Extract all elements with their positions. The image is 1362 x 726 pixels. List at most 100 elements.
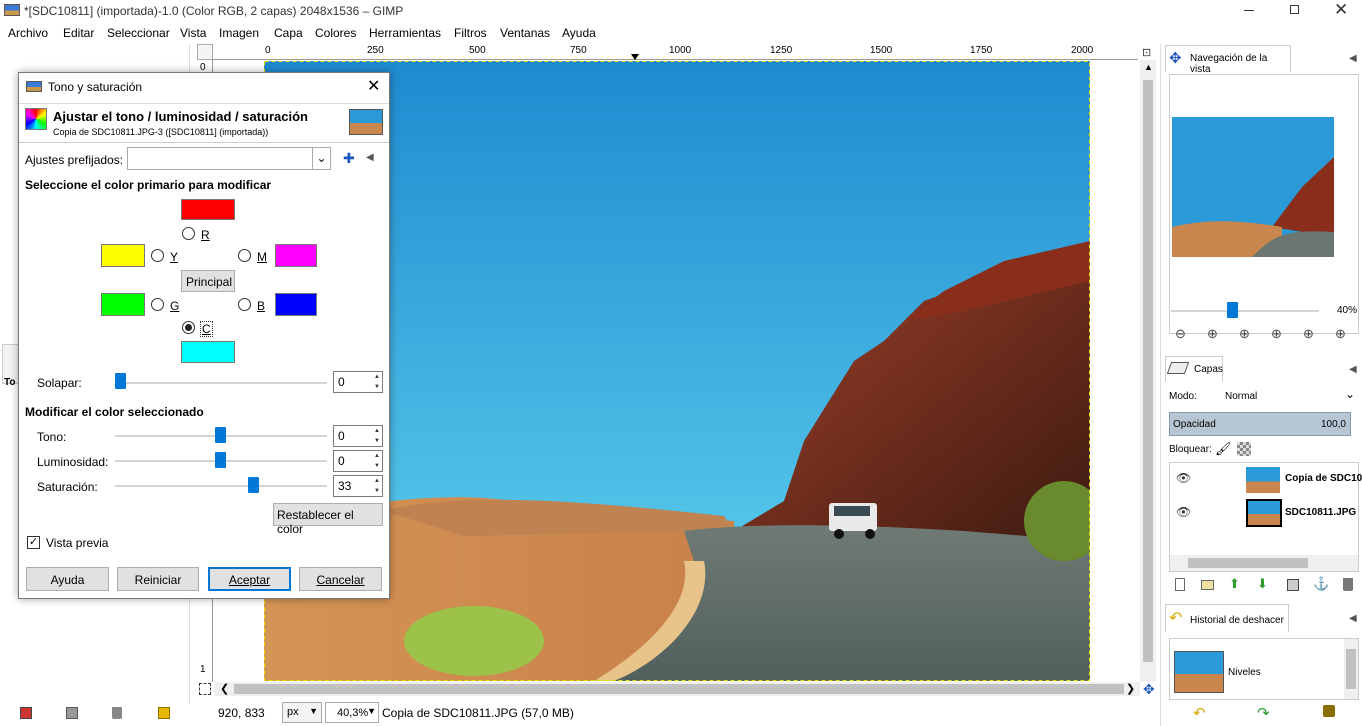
minimize-icon[interactable]: [1244, 10, 1254, 11]
opacity-field[interactable]: Opacidad 100,0: [1169, 412, 1351, 436]
layer-row[interactable]: 👁 Copia de SDC108: [1170, 463, 1362, 495]
scroll-right-arrow[interactable]: ❯: [1126, 682, 1135, 695]
canvas-vscroll-thumb[interactable]: [1143, 80, 1153, 662]
menu-editar[interactable]: Editar: [63, 26, 94, 40]
hue-spinbox[interactable]: 0 ▲ ▼: [333, 425, 383, 447]
history-scroll-thumb[interactable]: [1346, 649, 1356, 689]
save-tool-preset-icon[interactable]: [20, 707, 32, 719]
zoom-in-icon[interactable]: ⊕: [1207, 326, 1218, 342]
spin-up-icon[interactable]: ▲: [372, 426, 382, 436]
label-green[interactable]: G: [170, 299, 179, 313]
label-red[interactable]: R: [201, 228, 210, 242]
navigate-icon[interactable]: ✥: [1143, 681, 1155, 698]
radio-red[interactable]: [182, 227, 195, 240]
mode-select[interactable]: Normal ⌄: [1221, 387, 1359, 407]
history-scrollbar[interactable]: [1344, 639, 1358, 699]
swatch-magenta[interactable]: [275, 244, 317, 267]
principal-button[interactable]: Principal: [181, 270, 235, 292]
lock-alpha-icon[interactable]: [1237, 442, 1251, 456]
ok-button[interactable]: Aceptar: [208, 567, 291, 591]
menu-archivo[interactable]: Archivo: [8, 26, 48, 40]
zoom-to-window-icon[interactable]: ⊡: [1142, 46, 1151, 59]
radio-yellow[interactable]: [151, 249, 164, 262]
panel-menu-icon[interactable]: ◀: [1349, 364, 1357, 375]
menu-vista[interactable]: Vista: [180, 26, 206, 40]
presets-combo[interactable]: ⌄: [127, 147, 331, 170]
scroll-up-arrow[interactable]: ▲: [1144, 62, 1153, 72]
radio-magenta[interactable]: [238, 249, 251, 262]
close-window-icon[interactable]: ✕: [1334, 0, 1348, 20]
panel-menu-icon[interactable]: ◀: [1349, 53, 1357, 64]
reset-button[interactable]: Reiniciar: [117, 567, 199, 591]
lightness-spinbox[interactable]: 0 ▲ ▼: [333, 450, 383, 472]
menu-seleccionar[interactable]: Seleccionar: [107, 26, 170, 40]
anchor-layer-icon[interactable]: ⚓: [1313, 576, 1329, 592]
presets-menu-icon[interactable]: ◀: [366, 152, 374, 163]
eye-icon[interactable]: 👁: [1176, 505, 1191, 519]
clear-history-icon[interactable]: [1323, 705, 1335, 717]
add-preset-icon[interactable]: ✚: [343, 150, 355, 167]
layer-row[interactable]: 👁 SDC10811.JPG: [1170, 497, 1358, 529]
restore-icon[interactable]: [1290, 5, 1299, 14]
saturation-slider-track[interactable]: [115, 485, 327, 487]
label-yellow[interactable]: Y: [170, 250, 178, 264]
menu-colores[interactable]: Colores: [315, 26, 356, 40]
lock-pixels-icon[interactable]: 🖌: [1215, 441, 1232, 457]
label-magenta[interactable]: M: [257, 250, 267, 264]
history-item[interactable]: Niveles: [1170, 643, 1342, 697]
spin-up-icon[interactable]: ▲: [372, 476, 382, 486]
menu-herramientas[interactable]: Herramientas: [369, 26, 441, 40]
canvas-vertical-scrollbar[interactable]: ▲: [1140, 60, 1156, 682]
swatch-blue[interactable]: [275, 293, 317, 316]
radio-green[interactable]: [151, 298, 164, 311]
zoom-fit-icon[interactable]: ⊕: [1271, 326, 1282, 342]
radio-blue[interactable]: [238, 298, 251, 311]
dialog-close-icon[interactable]: ✕: [367, 76, 380, 96]
menu-ayuda[interactable]: Ayuda: [562, 26, 596, 40]
new-layer-group-icon[interactable]: [1201, 580, 1214, 590]
swatch-cyan[interactable]: [181, 341, 235, 363]
quick-mask-icon[interactable]: [199, 683, 211, 695]
unit-select[interactable]: px ▼: [282, 702, 322, 723]
preview-label[interactable]: Vista previa: [46, 536, 108, 550]
reset-tool-options-icon[interactable]: [158, 707, 170, 719]
nav-preview[interactable]: [1169, 74, 1359, 334]
layers-tab[interactable]: Capas: [1165, 356, 1223, 382]
label-blue[interactable]: B: [257, 299, 265, 313]
lower-layer-icon[interactable]: ⬇: [1257, 576, 1268, 592]
scroll-left-arrow[interactable]: ❮: [220, 682, 229, 695]
spin-down-icon[interactable]: ▼: [372, 382, 382, 392]
menu-capa[interactable]: Capa: [274, 26, 303, 40]
swatch-yellow[interactable]: [101, 244, 145, 267]
zoom-select[interactable]: 40,3% ▼: [325, 702, 379, 723]
restore-tool-preset-icon[interactable]: [66, 707, 78, 719]
lightness-slider-thumb[interactable]: [215, 452, 226, 468]
swatch-green[interactable]: [101, 293, 145, 316]
spin-up-icon[interactable]: ▲: [372, 451, 382, 461]
menu-imagen[interactable]: Imagen: [219, 26, 259, 40]
layers-hscrollbar[interactable]: [1170, 555, 1358, 571]
nav-tab[interactable]: ✥ Navegación de la vista: [1165, 45, 1291, 75]
saturation-spinbox[interactable]: 33 ▲ ▼: [333, 475, 383, 497]
spin-up-icon[interactable]: ▲: [372, 372, 382, 382]
layer-name[interactable]: SDC10811.JPG: [1285, 507, 1356, 518]
spin-down-icon[interactable]: ▼: [372, 486, 382, 496]
overlap-slider-track[interactable]: [117, 382, 327, 384]
help-button[interactable]: Ayuda: [26, 567, 109, 591]
nav-zoom-thumb[interactable]: [1227, 302, 1238, 318]
zoom-fill-icon[interactable]: ⊕: [1303, 326, 1314, 342]
ruler-corner[interactable]: [197, 44, 213, 60]
history-tab[interactable]: ↶ Historial de deshacer: [1165, 604, 1289, 632]
reset-color-button[interactable]: Restablecer el color: [273, 503, 383, 536]
preview-checkbox[interactable]: ✓: [27, 536, 40, 549]
layers-hscroll-thumb[interactable]: [1188, 558, 1308, 568]
saturation-slider-thumb[interactable]: [248, 477, 259, 493]
panel-menu-icon[interactable]: ◀: [1349, 613, 1357, 624]
new-layer-icon[interactable]: [1175, 578, 1185, 591]
delete-tool-preset-icon[interactable]: [112, 707, 122, 719]
nav-zoom-track[interactable]: [1171, 310, 1319, 312]
swatch-red[interactable]: [181, 199, 235, 220]
zoom-1to1-icon[interactable]: ⊕: [1239, 326, 1250, 342]
overlap-spinbox[interactable]: 0 ▲ ▼: [333, 371, 383, 393]
menu-filtros[interactable]: Filtros: [454, 26, 487, 40]
